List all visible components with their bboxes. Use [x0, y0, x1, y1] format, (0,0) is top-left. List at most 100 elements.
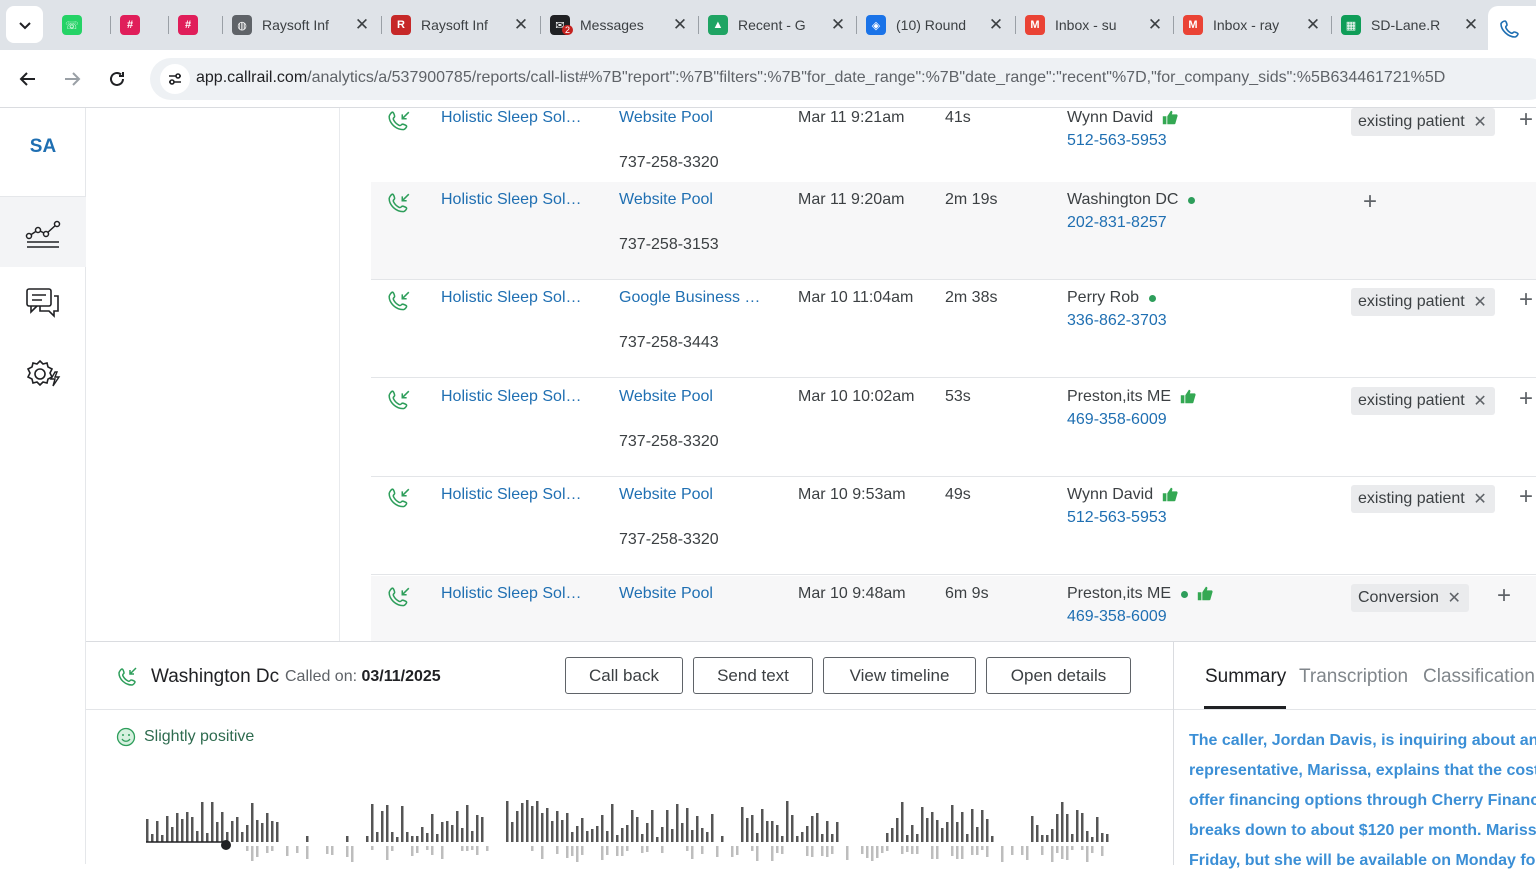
- waveform-bar: [146, 819, 149, 842]
- inbound-call-icon: [388, 291, 410, 311]
- inbound-call-icon: [388, 390, 410, 410]
- source-link[interactable]: Website Pool: [619, 191, 713, 209]
- waveform-bar: [256, 846, 259, 857]
- add-tag-icon[interactable]: +: [1363, 188, 1377, 216]
- reload-button[interactable]: [101, 63, 133, 95]
- site-info-button[interactable]: [160, 64, 190, 94]
- company-link[interactable]: Holistic Sleep Sol…: [441, 109, 582, 127]
- waveform-bar: [1036, 825, 1039, 842]
- waveform-bar: [446, 821, 449, 842]
- waveform-bar: [991, 836, 994, 842]
- close-tab-icon[interactable]: ✕: [352, 15, 372, 35]
- company-link[interactable]: Holistic Sleep Sol…: [441, 191, 582, 209]
- active-tab[interactable]: [1488, 6, 1536, 50]
- add-tag-icon[interactable]: +: [1519, 483, 1533, 511]
- browser-tab-strip: ☏ # # ◍ Raysoft Inf ✕ R Raysoft Inf ✕ ✉ 2 Messages ✕…: [0, 0, 1536, 50]
- browser-tab[interactable]: ◈ (10) Round ✕: [866, 7, 1006, 43]
- tab-transcription[interactable]: Transcription: [1299, 666, 1408, 688]
- browser-tab[interactable]: ◍ Raysoft Inf ✕: [232, 7, 372, 43]
- waveform-bar: [951, 805, 954, 842]
- browser-tab[interactable]: R Raysoft Inf ✕: [391, 7, 531, 43]
- caller-phone-link[interactable]: 336-862-3703: [1067, 312, 1167, 330]
- roundtable-icon: ◈: [866, 15, 886, 35]
- waveform-bar: [706, 832, 709, 842]
- close-tab-icon[interactable]: ✕: [511, 15, 531, 35]
- company-link[interactable]: Holistic Sleep Sol…: [441, 486, 582, 504]
- sidebar-item-conversations[interactable]: [0, 268, 86, 338]
- remove-tag-icon[interactable]: ✕: [1473, 112, 1486, 132]
- tab-classification[interactable]: Classification: [1423, 666, 1535, 688]
- source-link[interactable]: Website Pool: [619, 585, 713, 603]
- browser-tab[interactable]: #: [178, 7, 206, 43]
- add-tag-icon[interactable]: +: [1519, 108, 1533, 134]
- waveform-bar: [436, 834, 439, 842]
- back-button[interactable]: [12, 63, 44, 95]
- company-link[interactable]: Holistic Sleep Sol…: [441, 585, 582, 603]
- waveform-bar: [806, 846, 809, 856]
- browser-tab[interactable]: ▦ SD-Lane.R ✕: [1341, 7, 1481, 43]
- waveform-bar: [1021, 846, 1024, 855]
- caller-phone-link[interactable]: 469-358-6009: [1067, 608, 1167, 626]
- waveform-bar: [466, 846, 469, 851]
- account-logo[interactable]: SA: [0, 136, 86, 158]
- caller-phone-link[interactable]: 202-831-8257: [1067, 214, 1167, 232]
- caller-phone-link[interactable]: 512-563-5953: [1067, 509, 1167, 527]
- table-row[interactable]: Holistic Sleep Sol… Website Pool 737-258-3…: [371, 477, 1536, 575]
- tab-search-button[interactable]: [6, 6, 43, 43]
- playhead-handle[interactable]: [221, 840, 231, 850]
- remove-tag-icon[interactable]: ✕: [1473, 292, 1486, 312]
- waveform-bar: [1056, 846, 1059, 853]
- table-row[interactable]: Holistic Sleep Sol… Website Pool Mar 10 9:…: [371, 576, 1536, 641]
- waveform-bar: [716, 846, 719, 857]
- close-tab-icon[interactable]: ✕: [1461, 15, 1481, 35]
- call-back-button[interactable]: Call back: [565, 657, 683, 694]
- waveform-bar: [471, 846, 474, 850]
- add-tag-icon[interactable]: +: [1519, 385, 1533, 413]
- waveform-bar: [461, 828, 464, 842]
- waveform-bar: [376, 832, 379, 842]
- waveform-bar: [246, 825, 249, 842]
- browser-tab[interactable]: M Inbox - ray ✕: [1183, 7, 1323, 43]
- remove-tag-icon[interactable]: ✕: [1473, 489, 1486, 509]
- tab-summary[interactable]: Summary: [1205, 666, 1286, 688]
- waveform-bar: [371, 846, 374, 850]
- browser-tab[interactable]: #: [120, 7, 148, 43]
- add-tag-icon[interactable]: +: [1519, 286, 1533, 314]
- source-link[interactable]: Website Pool: [619, 388, 713, 406]
- close-tab-icon[interactable]: ✕: [670, 15, 690, 35]
- company-link[interactable]: Holistic Sleep Sol…: [441, 289, 582, 307]
- waveform-bar: [721, 836, 724, 842]
- add-tag-icon[interactable]: +: [1497, 582, 1511, 610]
- sidebar-item-analytics[interactable]: [0, 197, 86, 267]
- source-link[interactable]: Website Pool: [619, 486, 713, 504]
- forward-button[interactable]: [56, 63, 88, 95]
- caller-phone-link[interactable]: 469-358-6009: [1067, 411, 1167, 429]
- close-tab-icon[interactable]: ✕: [986, 15, 1006, 35]
- caller-name: Preston,its ME: [1067, 388, 1172, 405]
- close-tab-icon[interactable]: ✕: [828, 15, 848, 35]
- close-tab-icon[interactable]: ✕: [1145, 15, 1165, 35]
- source-link[interactable]: Google Business …: [619, 289, 760, 307]
- address-bar[interactable]: app.callrail.com/analytics/a/537900785/r…: [150, 58, 1536, 100]
- caller-phone-link[interactable]: 512-563-5953: [1067, 132, 1167, 150]
- close-tab-icon[interactable]: ✕: [1303, 15, 1323, 35]
- remove-tag-icon[interactable]: ✕: [1448, 588, 1461, 608]
- table-row[interactable]: Holistic Sleep Sol… Google Business … 737-…: [371, 280, 1536, 378]
- audio-waveform[interactable]: [146, 787, 1116, 865]
- browser-tab[interactable]: ✉ 2 Messages ✕: [550, 7, 690, 43]
- remove-tag-icon[interactable]: ✕: [1473, 391, 1486, 411]
- view-timeline-button[interactable]: View timeline: [823, 657, 976, 694]
- table-row[interactable]: Holistic Sleep Sol… Website Pool 737-258-3…: [371, 379, 1536, 477]
- reload-icon: [110, 71, 124, 86]
- browser-tab[interactable]: ▲ Recent - G ✕: [708, 7, 848, 43]
- send-text-button[interactable]: Send text: [693, 657, 813, 694]
- browser-tab[interactable]: M Inbox - su ✕: [1025, 7, 1165, 43]
- table-row[interactable]: Holistic Sleep Sol… Website Pool 737-258-3…: [371, 182, 1536, 280]
- source-link[interactable]: Website Pool: [619, 109, 713, 127]
- open-details-button[interactable]: Open details: [986, 657, 1131, 694]
- waveform-bar: [1091, 837, 1094, 842]
- waveform-bar: [976, 827, 979, 842]
- company-link[interactable]: Holistic Sleep Sol…: [441, 388, 582, 406]
- browser-tab[interactable]: ☏: [62, 7, 90, 43]
- sidebar-item-settings[interactable]: [0, 339, 86, 409]
